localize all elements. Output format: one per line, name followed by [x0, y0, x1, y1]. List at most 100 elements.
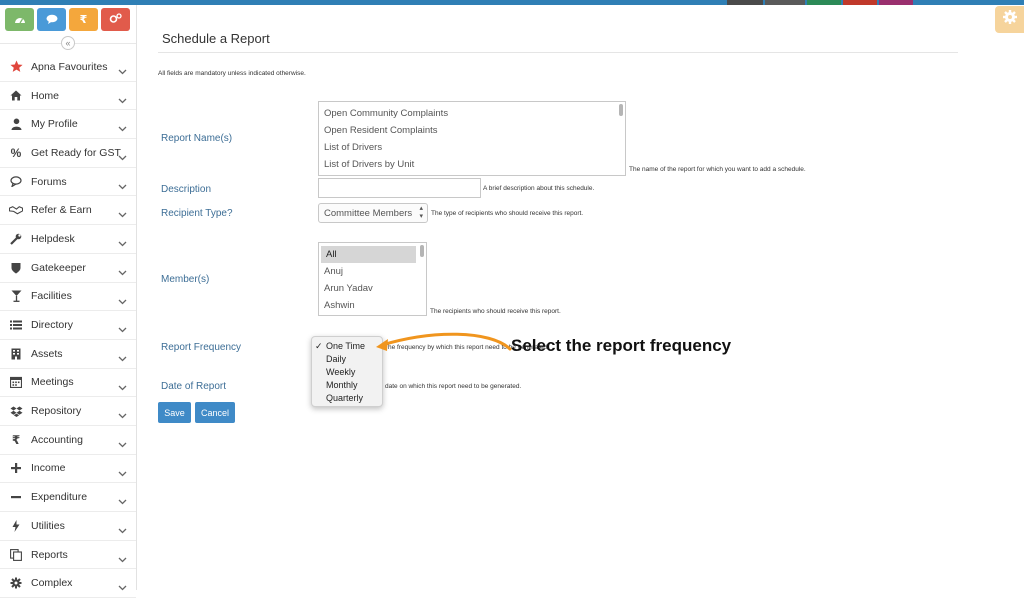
quick-actions: ₹: [5, 8, 130, 31]
list-item[interactable]: Open Community Complaints: [319, 105, 625, 122]
collapse-sidebar-button[interactable]: «: [61, 36, 75, 50]
gear-icon: [9, 576, 23, 590]
sidebar-item-repository[interactable]: Repository: [0, 397, 136, 426]
sidebar-item-expenditure[interactable]: Expenditure: [0, 483, 136, 512]
frequency-option-quarterly[interactable]: Quarterly: [312, 392, 382, 405]
handshake-icon: [9, 203, 23, 217]
sidebar-item-facilities[interactable]: Facilities: [0, 283, 136, 312]
chat-icon: [9, 175, 23, 189]
quick-cogs-button[interactable]: [101, 8, 130, 31]
list-item[interactable]: List of Drivers: [319, 139, 625, 156]
annotation-text: Select the report frequency: [511, 336, 732, 355]
sidebar-item-label: Get Ready for GST: [31, 146, 121, 159]
description-input[interactable]: [318, 178, 481, 198]
chevron-down-icon: [118, 521, 127, 539]
recipient-type-select[interactable]: Committee Members ▴ ▾: [318, 203, 428, 223]
settings-cogs-icon: [109, 11, 122, 29]
sidebar-item-refer-and-earn[interactable]: Refer & Earn: [0, 196, 136, 226]
calendar-icon: [9, 375, 23, 389]
gear-icon: [1002, 9, 1018, 30]
checkmark-icon: ✓: [315, 341, 323, 351]
sidebar-item-label: Forums: [31, 175, 67, 188]
save-button[interactable]: Save: [158, 402, 191, 423]
sidebar-item-home[interactable]: Home: [0, 82, 136, 111]
chevron-down-icon: [118, 406, 127, 424]
chevron-down-icon: [118, 492, 127, 510]
sidebar-item-label: My Profile: [31, 118, 78, 131]
list-icon: [9, 318, 23, 332]
frequency-option-monthly[interactable]: Monthly: [312, 379, 382, 392]
sidebar-item-get-ready-for-gst[interactable]: % Get Ready for GST: [0, 139, 136, 168]
sidebar-item-label: Complex: [31, 577, 73, 590]
sidebar-item-helpdesk[interactable]: Helpdesk: [0, 225, 136, 254]
sidebar-item-gatekeeper[interactable]: Gatekeeper: [0, 254, 136, 283]
chevron-down-icon: [118, 435, 127, 453]
chevron-down-icon: [118, 550, 127, 568]
sidebar-item-utilities[interactable]: Utilities: [0, 512, 136, 541]
sidebar-menu: Apna Favourites Home My Profile % Get Re…: [0, 53, 136, 598]
star-icon: [9, 60, 23, 74]
building-icon: [9, 347, 23, 361]
dropbox-icon: [9, 404, 23, 418]
report-names-label: Report Name(s): [161, 133, 233, 144]
chevron-down-icon: [118, 578, 127, 596]
bolt-icon: [9, 519, 23, 533]
recipient-type-value: Committee Members: [324, 208, 413, 219]
sidebar-item-label: Repository: [31, 405, 82, 418]
sidebar-item-complex[interactable]: Complex: [0, 569, 136, 598]
scrollbar[interactable]: [619, 104, 623, 116]
quick-chat-button[interactable]: [37, 8, 66, 31]
list-item[interactable]: List of Drivers by Unit: [319, 156, 625, 173]
recipient-type-label: Recipient Type?: [161, 208, 233, 219]
sidebar-item-label: Assets: [31, 347, 63, 360]
sidebar: ₹ « Apna Favourites Home My Profile % Ge…: [0, 5, 137, 598]
list-item[interactable]: Open Resident Complaints: [319, 122, 625, 139]
list-item[interactable]: Arun Yadav: [319, 280, 426, 297]
top-strip: [0, 0, 1024, 5]
chat-icon: [46, 11, 58, 29]
sidebar-item-my-profile[interactable]: My Profile: [0, 110, 136, 140]
mandatory-note: All fields are mandatory unless indicate…: [158, 70, 306, 77]
sidebar-item-reports[interactable]: Reports: [0, 541, 136, 570]
quick-dashboard-button[interactable]: [5, 8, 34, 31]
sidebar-item-label: Utilities: [31, 519, 65, 532]
list-item[interactable]: All: [321, 246, 416, 263]
scrollbar[interactable]: [420, 245, 424, 257]
chevron-down-icon: [118, 91, 127, 109]
page-title: Schedule a Report: [162, 31, 270, 46]
members-listbox[interactable]: All Anuj Arun Yadav Ashwin: [318, 242, 427, 316]
chevron-down-icon: [118, 263, 127, 281]
dashboard-icon: [14, 11, 26, 29]
chevron-down-icon: [118, 292, 127, 310]
cancel-button[interactable]: Cancel: [195, 402, 235, 423]
chevron-down-icon: [118, 177, 127, 195]
sidebar-item-label: Gatekeeper: [31, 261, 86, 274]
settings-button[interactable]: [995, 6, 1024, 33]
sidebar-item-accounting[interactable]: ₹ Accounting: [0, 426, 136, 455]
plus-icon: [9, 461, 23, 475]
chevron-down-icon: [118, 148, 127, 166]
report-names-listbox[interactable]: Open Community Complaints Open Resident …: [318, 101, 626, 176]
rupee-icon: ₹: [79, 14, 88, 26]
sidebar-item-meetings[interactable]: Meetings: [0, 369, 136, 398]
wrench-icon: [9, 232, 23, 246]
sidebar-item-directory[interactable]: Directory: [0, 311, 136, 340]
members-help: The recipients who should receive this r…: [430, 308, 561, 315]
sidebar-item-label: Directory: [31, 319, 74, 332]
sidebar-item-assets[interactable]: Assets: [0, 340, 136, 369]
sidebar-item-label: Home: [31, 89, 60, 102]
date-of-report-label: Date of Report: [161, 381, 227, 392]
sidebar-item-forums[interactable]: Forums: [0, 168, 136, 197]
sidebar-item-income[interactable]: Income: [0, 455, 136, 484]
quick-rupee-button[interactable]: ₹: [69, 8, 98, 31]
glass-icon: [9, 289, 23, 303]
chevron-down-icon: [118, 349, 127, 367]
shield-icon: [9, 261, 23, 275]
frequency-option-weekly[interactable]: Weekly: [312, 366, 382, 379]
chevron-down-icon: [118, 464, 127, 482]
sidebar-item-apna-favourites[interactable]: Apna Favourites: [0, 53, 136, 82]
chevron-down-icon: [118, 119, 127, 137]
list-item[interactable]: Ashwin: [319, 297, 426, 314]
list-item[interactable]: Anuj: [319, 263, 426, 280]
sidebar-item-label: Expenditure: [31, 491, 88, 504]
